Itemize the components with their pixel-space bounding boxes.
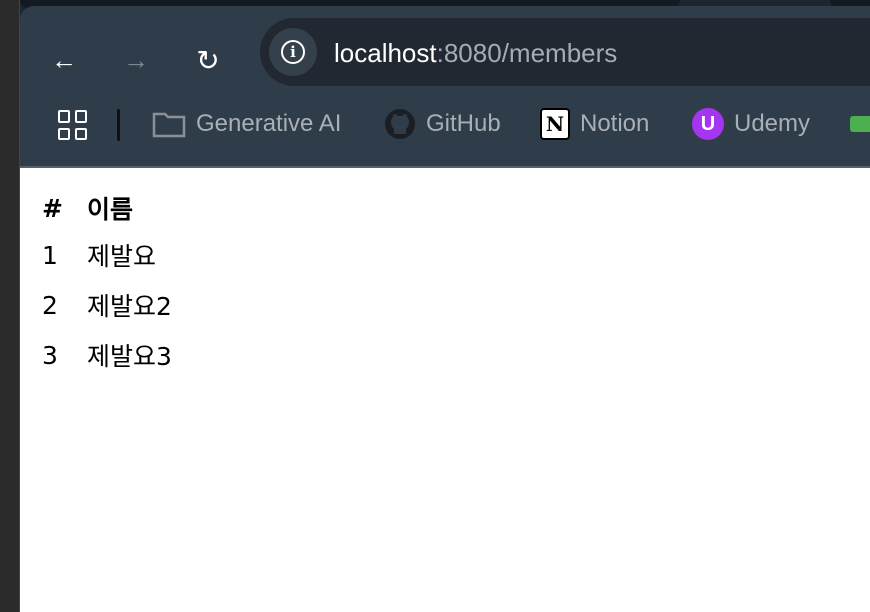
member-name: 제발요3 [86, 342, 172, 371]
column-header-id: # [42, 193, 63, 223]
back-button[interactable]: ← [48, 44, 80, 76]
member-id: 1 [42, 240, 58, 270]
member-name: 제발요2 [86, 292, 172, 321]
notion-icon: N [540, 108, 570, 140]
members-table: # 이름 1 제발요 2 제발요2 3 제발요3 [40, 190, 174, 380]
bookmark-label: Udemy [734, 110, 811, 137]
member-id: 3 [42, 340, 58, 370]
url-host: localhost [334, 38, 437, 68]
member-name: 제발요 [86, 242, 156, 271]
info-icon: i [281, 40, 305, 64]
window-edge [0, 0, 20, 612]
member-id: 2 [42, 290, 58, 320]
bookmark-label: Notion [580, 110, 650, 137]
bookmark-separator [117, 109, 120, 141]
table-row: 3 제발요3 [40, 330, 174, 380]
forward-button[interactable]: → [120, 44, 152, 76]
bookmark-notion[interactable]: N Notion [540, 106, 649, 142]
bookmark-overflow-icon[interactable] [850, 116, 870, 132]
reload-icon: ↻ [196, 44, 220, 76]
udemy-icon: U [692, 108, 724, 140]
page-content: # 이름 1 제발요 2 제발요2 3 제발요3 [20, 168, 870, 612]
folder-icon [152, 112, 186, 138]
bookmark-github[interactable]: GitHub [384, 106, 501, 142]
column-header-name: 이름 [86, 195, 133, 224]
site-info-button[interactable]: i [269, 28, 317, 76]
arrow-right-icon: → [123, 44, 149, 75]
table-row: 1 제발요 [40, 230, 174, 280]
apps-icon[interactable] [58, 110, 88, 140]
github-icon [385, 109, 415, 139]
bookmark-udemy[interactable]: U Udemy [692, 106, 810, 142]
bookmark-generative-ai[interactable]: Generative AI [152, 106, 341, 142]
url-text[interactable]: localhost:8080/members [334, 38, 617, 69]
address-bar[interactable]: i localhost:8080/members [260, 18, 870, 86]
bookmark-label: GitHub [426, 110, 501, 137]
browser-toolbar: ← → ↻ i localhost:8080/members Generativ… [20, 6, 870, 168]
table-header-row: # 이름 [40, 190, 174, 230]
bookmark-label: Generative AI [196, 110, 342, 137]
table-row: 2 제발요2 [40, 280, 174, 330]
url-path: :8080/members [436, 38, 618, 68]
reload-button[interactable]: ↻ [192, 44, 224, 76]
arrow-left-icon: ← [51, 44, 77, 75]
